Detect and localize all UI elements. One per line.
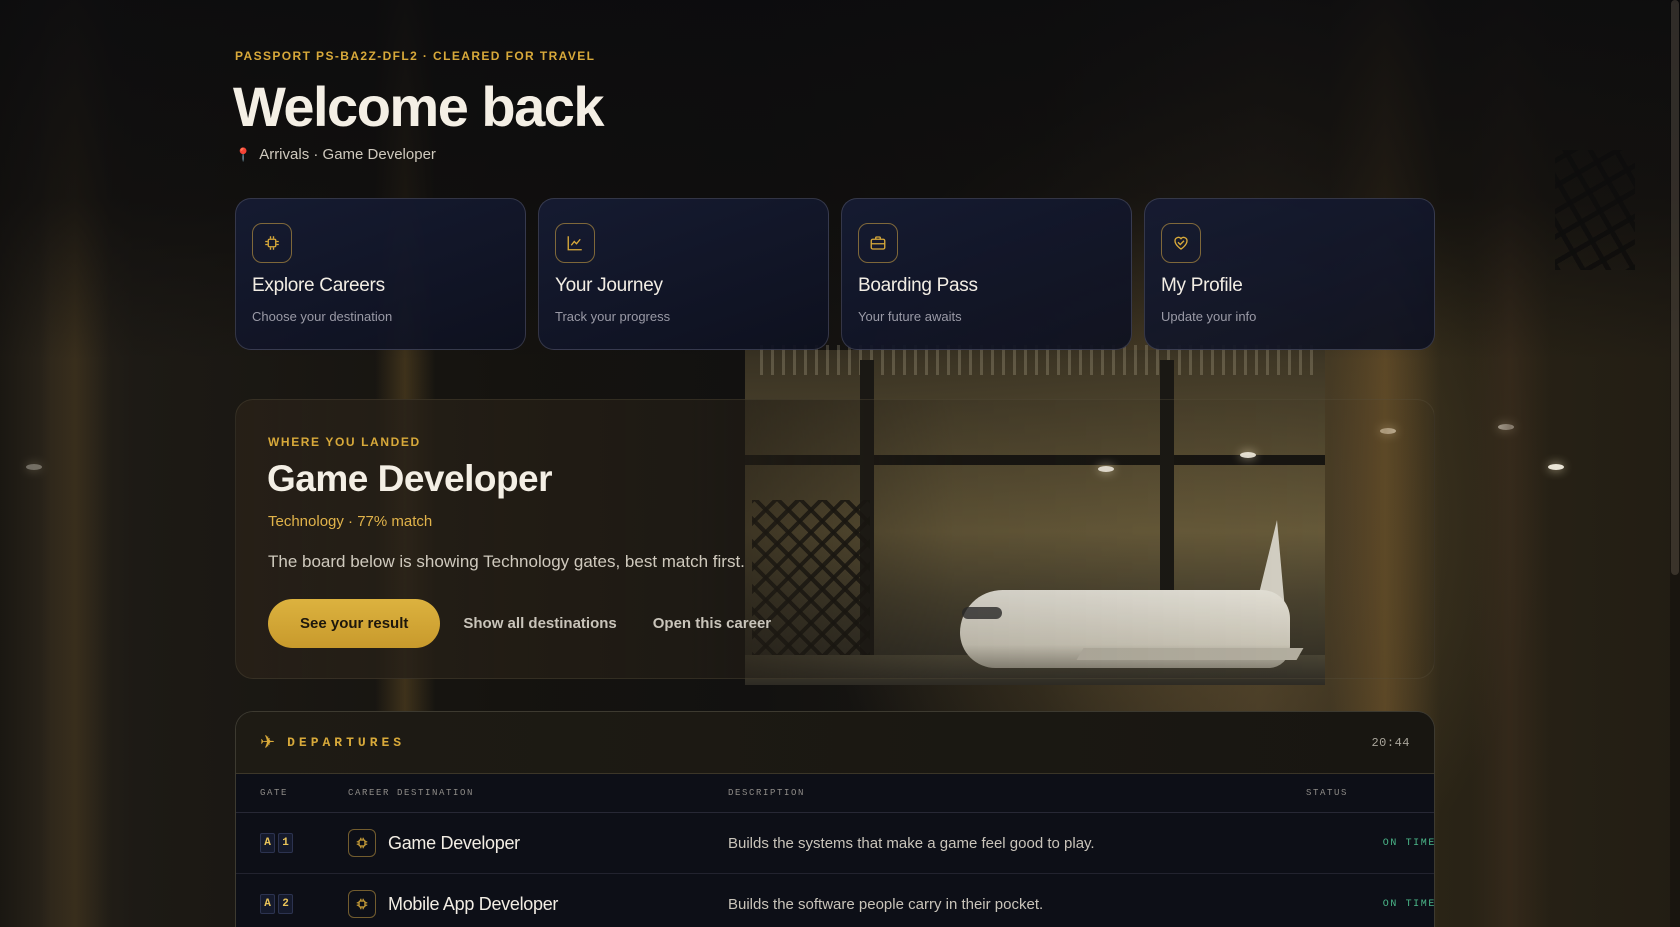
gate-number: 1 <box>278 833 293 853</box>
board-header: ✈ DEPARTURES 20:44 <box>236 712 1434 774</box>
card-title: Your Journey <box>555 275 663 296</box>
landed-description: The board below is showing Technology ga… <box>268 552 745 571</box>
landed-actions: See your result Show all destinations Op… <box>268 599 771 648</box>
card-boarding-pass[interactable]: Boarding Pass Your future awaits <box>841 198 1132 350</box>
open-career-link[interactable]: Open this career <box>653 615 771 632</box>
card-explore-careers[interactable]: Explore Careers Choose your destination <box>235 198 526 350</box>
show-all-destinations-link[interactable]: Show all destinations <box>463 615 616 632</box>
landed-career-title: Game Developer <box>267 458 553 499</box>
card-your-journey[interactable]: Your Journey Track your progress <box>538 198 829 350</box>
passport-status: PASSPORT PS-BA2Z-DFL2 · CLEARED FOR TRAV… <box>235 49 596 63</box>
card-subtitle: Your future awaits <box>858 309 962 324</box>
page-title: Welcome back <box>233 75 605 138</box>
quick-nav-cards: Explore Careers Choose your destination … <box>235 198 1435 350</box>
chip-icon <box>252 223 292 263</box>
card-title: My Profile <box>1161 275 1243 296</box>
location-text: Arrivals · Game Developer <box>259 146 436 163</box>
chip-icon <box>348 890 376 918</box>
gate-code: A 1 <box>260 833 348 853</box>
card-subtitle: Update your info <box>1161 309 1257 324</box>
chart-line-icon <box>555 223 595 263</box>
board-clock: 20:44 <box>1371 735 1410 750</box>
card-subtitle: Choose your destination <box>252 309 393 324</box>
departures-board: ✈ DEPARTURES 20:44 GATE CAREER DESTINATI… <box>235 711 1435 927</box>
board-column-headers: GATE CAREER DESTINATION DESCRIPTION STAT… <box>236 774 1434 813</box>
gate-letter: A <box>260 833 275 853</box>
destination-name: Game Developer <box>388 832 520 853</box>
pin-icon: 📍 <box>235 146 252 162</box>
chip-icon <box>348 829 376 857</box>
card-title: Explore Careers <box>252 275 385 296</box>
gate-letter: A <box>260 894 275 914</box>
card-subtitle: Track your progress <box>555 309 671 324</box>
status-badge: ON TIME <box>1382 837 1435 849</box>
gate-code: A 2 <box>260 894 348 914</box>
landed-eyebrow: WHERE YOU LANDED <box>268 435 421 449</box>
landed-panel: WHERE YOU LANDED Game Developer Technolo… <box>235 399 1435 679</box>
col-status: STATUS <box>1306 788 1349 798</box>
destination-description: Builds the systems that make a game feel… <box>728 834 1095 852</box>
table-row[interactable]: A 2 Mobile App Developer Builds the soft… <box>236 874 1434 927</box>
board-title: DEPARTURES <box>287 735 406 750</box>
plane-icon: ✈ <box>260 732 276 752</box>
heart-handshake-icon <box>1161 223 1201 263</box>
gate-number: 2 <box>278 894 293 914</box>
see-result-button[interactable]: See your result <box>268 599 441 648</box>
status-badge: ON TIME <box>1382 898 1435 910</box>
landed-match-meta: Technology · 77% match <box>268 513 433 530</box>
card-title: Boarding Pass <box>858 275 978 296</box>
table-row[interactable]: A 1 Game Developer Builds the systems th… <box>236 813 1434 874</box>
scrollbar-thumb[interactable] <box>1671 0 1679 575</box>
card-my-profile[interactable]: My Profile Update your info <box>1144 198 1435 350</box>
scrollbar[interactable] <box>1670 0 1680 927</box>
col-description: DESCRIPTION <box>728 788 806 798</box>
destination-description: Builds the software people carry in thei… <box>728 895 1044 913</box>
location-line: 📍 Arrivals · Game Developer <box>235 146 436 163</box>
destination-cell: Game Developer <box>348 829 728 857</box>
col-gate: GATE <box>260 788 289 798</box>
col-destination: CAREER DESTINATION <box>348 788 475 798</box>
destination-name: Mobile App Developer <box>388 893 559 914</box>
briefcase-icon <box>858 223 898 263</box>
destination-cell: Mobile App Developer <box>348 890 728 918</box>
